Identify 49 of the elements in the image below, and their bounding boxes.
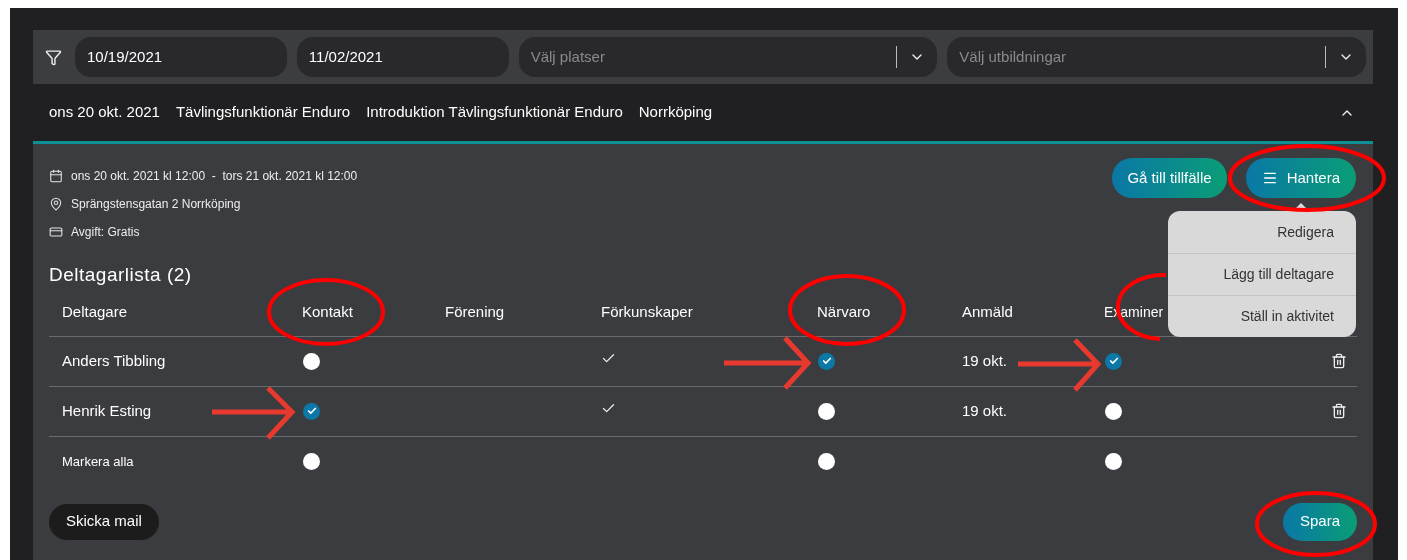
session-summary-text: Introduktion Tävlingsfunktionär Enduro xyxy=(366,102,623,123)
checkbox[interactable] xyxy=(818,453,835,470)
column-header: Förkunskaper xyxy=(601,302,693,323)
column-header: Deltagare xyxy=(62,302,128,323)
card-icon xyxy=(49,225,63,239)
menu-icon xyxy=(1261,170,1278,186)
checkbox[interactable] xyxy=(1105,453,1122,470)
session-summary-text: Norrköping xyxy=(638,102,713,123)
session-summary-text: Tävlingsfunktionär Enduro xyxy=(175,102,351,123)
menu-item[interactable]: Lägg till deltagare xyxy=(1168,253,1356,295)
checkbox[interactable] xyxy=(303,352,320,370)
registered-date: 19 okt. xyxy=(962,400,1009,421)
date-field[interactable]: 11/02/2021 xyxy=(296,37,509,77)
participant-name: Henrik Esting xyxy=(62,400,153,421)
go-to-session-button[interactable]: Gå till tillfälle xyxy=(1112,158,1227,198)
send-mail-button[interactable]: Skicka mail xyxy=(49,503,159,540)
check-icon xyxy=(1108,356,1119,366)
detail-text: ons 20 okt. 2021 kl 12:00 - tors 21 okt. 2021 kl 12:00 xyxy=(71,168,358,185)
check-icon xyxy=(821,356,832,366)
manage-button[interactable]: Hantera xyxy=(1245,158,1356,198)
column-header: Anmäld xyxy=(962,302,1013,323)
checkbox[interactable] xyxy=(818,352,835,370)
trash-icon[interactable] xyxy=(1331,403,1347,419)
detail-text: Sprängstensgatan 2 Norrköping xyxy=(71,196,241,213)
check-icon xyxy=(306,406,317,416)
column-header: Förening xyxy=(445,302,505,323)
registered-date: 19 okt. xyxy=(962,350,1009,371)
educations-select[interactable]: Välj utbildningar xyxy=(947,37,1366,77)
column-header: Närvaro xyxy=(817,302,871,323)
select-all-label: Markera alla xyxy=(62,452,135,471)
column-header: Kontakt xyxy=(302,302,353,323)
places-select[interactable]: Välj platser xyxy=(518,37,938,77)
checkbox[interactable] xyxy=(303,453,320,470)
trash-icon[interactable] xyxy=(1331,353,1347,369)
filter-icon xyxy=(45,48,62,66)
menu-item[interactable]: Redigera xyxy=(1168,211,1356,253)
checkbox[interactable] xyxy=(303,402,320,420)
save-button[interactable]: Spara xyxy=(1282,502,1357,541)
date-field[interactable]: 10/19/2021 xyxy=(75,37,287,77)
checkbox[interactable] xyxy=(1105,352,1122,370)
calendar-icon xyxy=(49,169,63,183)
checkbox[interactable] xyxy=(1105,402,1122,420)
menu-item[interactable]: Ställ in aktivitet xyxy=(1168,295,1356,337)
list-title: Deltagarlista (2) xyxy=(49,263,192,287)
session-summary-text: ons 20 okt. 2021 xyxy=(49,102,160,123)
location-pin-icon xyxy=(49,197,63,211)
detail-text: Avgift: Gratis xyxy=(71,224,140,241)
checkbox[interactable] xyxy=(818,402,835,420)
participant-name: Anders Tibbling xyxy=(62,350,167,371)
